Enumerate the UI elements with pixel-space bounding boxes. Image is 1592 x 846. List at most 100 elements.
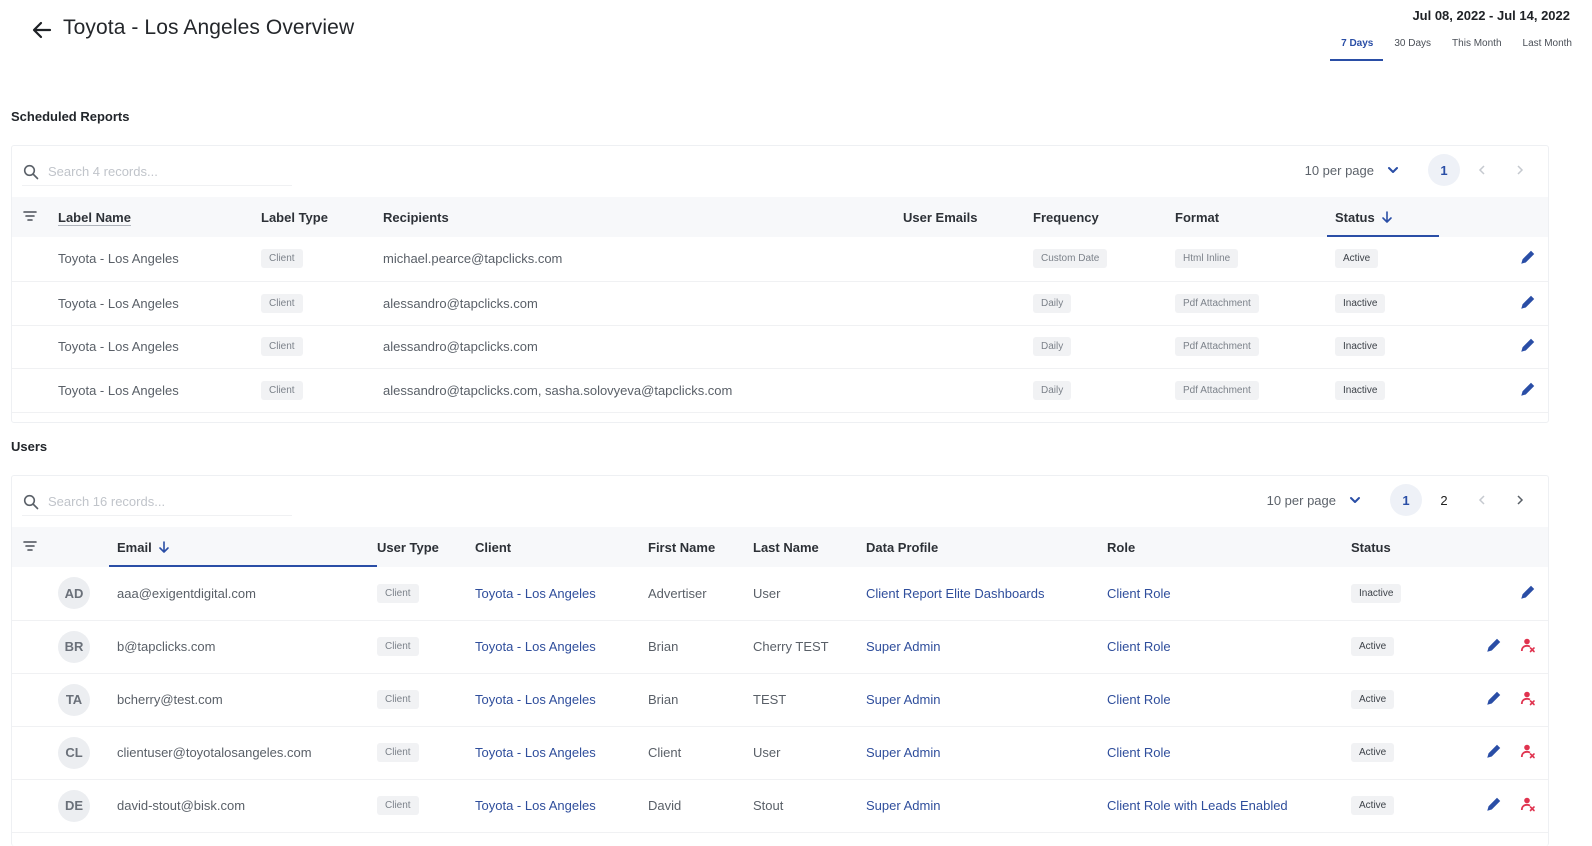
role-link[interactable]: Client Role	[1107, 586, 1171, 601]
users-page-2[interactable]: 2	[1428, 484, 1460, 516]
users-pagination: 10 per page 1 2	[1267, 482, 1536, 518]
chevron-right-icon	[1517, 165, 1524, 175]
col-label-name[interactable]: Label Name	[58, 197, 261, 237]
edit-pencil-icon[interactable]	[1486, 743, 1502, 759]
scheduled-reports-panel: 10 per page 1 Label Name Label Type Reci…	[11, 145, 1549, 423]
recipients-cell: alessandro@tapclicks.com	[383, 281, 903, 326]
users-table: Email User Type Client First Name Last N…	[12, 527, 1548, 833]
role-link[interactable]: Client Role	[1107, 692, 1171, 707]
data-profile-link[interactable]: Super Admin	[866, 745, 940, 760]
label-name-cell: Toyota - Los Angeles	[58, 325, 261, 369]
col-role[interactable]: Role	[1107, 527, 1351, 567]
first-name-cell: David	[648, 779, 753, 833]
status-badge: Inactive	[1335, 293, 1386, 313]
remove-user-icon[interactable]	[1520, 796, 1536, 812]
table-row: Toyota - Los Angeles Client alessandro@t…	[12, 368, 1548, 413]
first-name-cell: Brian	[648, 620, 753, 674]
users-next-page[interactable]	[1504, 484, 1536, 516]
last-name-cell: User	[753, 726, 866, 780]
user-type-chip: Client	[377, 637, 419, 656]
client-link[interactable]: Toyota - Los Angeles	[475, 798, 596, 813]
label-type-chip: Client	[261, 337, 303, 356]
edit-pencil-icon[interactable]	[1520, 381, 1536, 397]
reports-per-page-select[interactable]: 10 per page	[1305, 163, 1400, 178]
reports-search	[22, 158, 292, 186]
edit-pencil-icon[interactable]	[1486, 796, 1502, 812]
tab-last-month[interactable]: Last Month	[1512, 36, 1582, 61]
col-label-type[interactable]: Label Type	[261, 197, 383, 237]
tab-30-days[interactable]: 30 Days	[1383, 36, 1441, 61]
reports-search-input[interactable]	[48, 164, 278, 179]
email-cell: aaa@exigentdigital.com	[117, 567, 377, 621]
chevron-down-icon	[1350, 497, 1360, 503]
col-last-name[interactable]: Last Name	[753, 527, 866, 567]
edit-pencil-icon[interactable]	[1520, 337, 1536, 353]
table-row: CL clientuser@toyotalosangeles.com Clien…	[12, 726, 1548, 780]
data-profile-link[interactable]: Super Admin	[866, 798, 940, 813]
col-recipients[interactable]: Recipients	[383, 197, 903, 237]
back-arrow-icon[interactable]	[30, 18, 54, 42]
chevron-down-icon	[1388, 167, 1398, 173]
edit-pencil-icon[interactable]	[1520, 249, 1536, 265]
reports-next-page[interactable]	[1504, 154, 1536, 186]
users-prev-page[interactable]	[1466, 484, 1498, 516]
tab-this-month[interactable]: This Month	[1441, 36, 1511, 61]
col-first-name[interactable]: First Name	[648, 527, 753, 567]
reports-table: Label Name Label Type Recipients User Em…	[12, 197, 1548, 413]
col-user-type[interactable]: User Type	[377, 527, 475, 567]
reports-prev-page[interactable]	[1466, 154, 1498, 186]
recipients-cell: michael.pearce@tapclicks.com	[383, 237, 903, 282]
client-link[interactable]: Toyota - Los Angeles	[475, 586, 596, 601]
remove-user-icon[interactable]	[1520, 637, 1536, 653]
label-name-cell: Toyota - Los Angeles	[58, 281, 261, 326]
user-type-chip: Client	[377, 583, 419, 603]
col-client[interactable]: Client	[475, 527, 648, 567]
col-frequency[interactable]: Frequency	[1033, 197, 1175, 237]
filter-icon[interactable]	[22, 538, 38, 554]
status-badge: Active	[1351, 796, 1395, 815]
role-link[interactable]: Client Role	[1107, 745, 1171, 760]
user-type-chip: Client	[377, 796, 419, 815]
first-name-cell: Brian	[648, 673, 753, 727]
edit-pencil-icon[interactable]	[1486, 637, 1502, 653]
col-status[interactable]: Status	[1351, 527, 1459, 567]
reports-page-1[interactable]: 1	[1428, 154, 1460, 186]
search-icon	[23, 494, 39, 509]
col-format[interactable]: Format	[1175, 197, 1335, 237]
status-badge: Active	[1351, 743, 1395, 762]
role-link[interactable]: Client Role with Leads Enabled	[1107, 798, 1288, 813]
edit-pencil-icon[interactable]	[1520, 584, 1536, 600]
col-data-profile[interactable]: Data Profile	[866, 527, 1107, 567]
users-search-input[interactable]	[48, 494, 278, 509]
remove-user-icon[interactable]	[1520, 690, 1536, 706]
edit-pencil-icon[interactable]	[1486, 690, 1502, 706]
chevron-right-icon	[1517, 495, 1524, 505]
edit-pencil-icon[interactable]	[1520, 294, 1536, 310]
user-type-chip: Client	[377, 690, 419, 709]
tab-7-days[interactable]: 7 Days	[1330, 36, 1384, 61]
avatar: AD	[58, 577, 90, 610]
users-search	[22, 488, 292, 516]
client-link[interactable]: Toyota - Los Angeles	[475, 639, 596, 654]
users-page-1[interactable]: 1	[1390, 484, 1422, 516]
data-profile-link[interactable]: Super Admin	[866, 639, 940, 654]
client-link[interactable]: Toyota - Los Angeles	[475, 745, 596, 760]
avatar: DE	[58, 789, 90, 822]
first-name-cell: Advertiser	[648, 567, 753, 621]
remove-user-icon[interactable]	[1520, 743, 1536, 759]
data-profile-link[interactable]: Client Report Elite Dashboards	[866, 586, 1044, 601]
email-cell: bcherry@test.com	[117, 673, 377, 727]
role-link[interactable]: Client Role	[1107, 639, 1171, 654]
label-type-chip: Client	[261, 293, 303, 313]
col-status[interactable]: Status	[1327, 197, 1439, 237]
frequency-chip: Daily	[1033, 380, 1072, 400]
users-per-page-select[interactable]: 10 per page	[1267, 493, 1362, 508]
last-name-cell: User	[753, 567, 866, 621]
col-email[interactable]: Email	[109, 527, 377, 567]
reports-header-row: Label Name Label Type Recipients User Em…	[12, 197, 1548, 237]
col-user-emails[interactable]: User Emails	[903, 197, 1033, 237]
filter-icon[interactable]	[22, 208, 38, 224]
format-chip: Pdf Attachment	[1175, 337, 1259, 356]
client-link[interactable]: Toyota - Los Angeles	[475, 692, 596, 707]
data-profile-link[interactable]: Super Admin	[866, 692, 940, 707]
